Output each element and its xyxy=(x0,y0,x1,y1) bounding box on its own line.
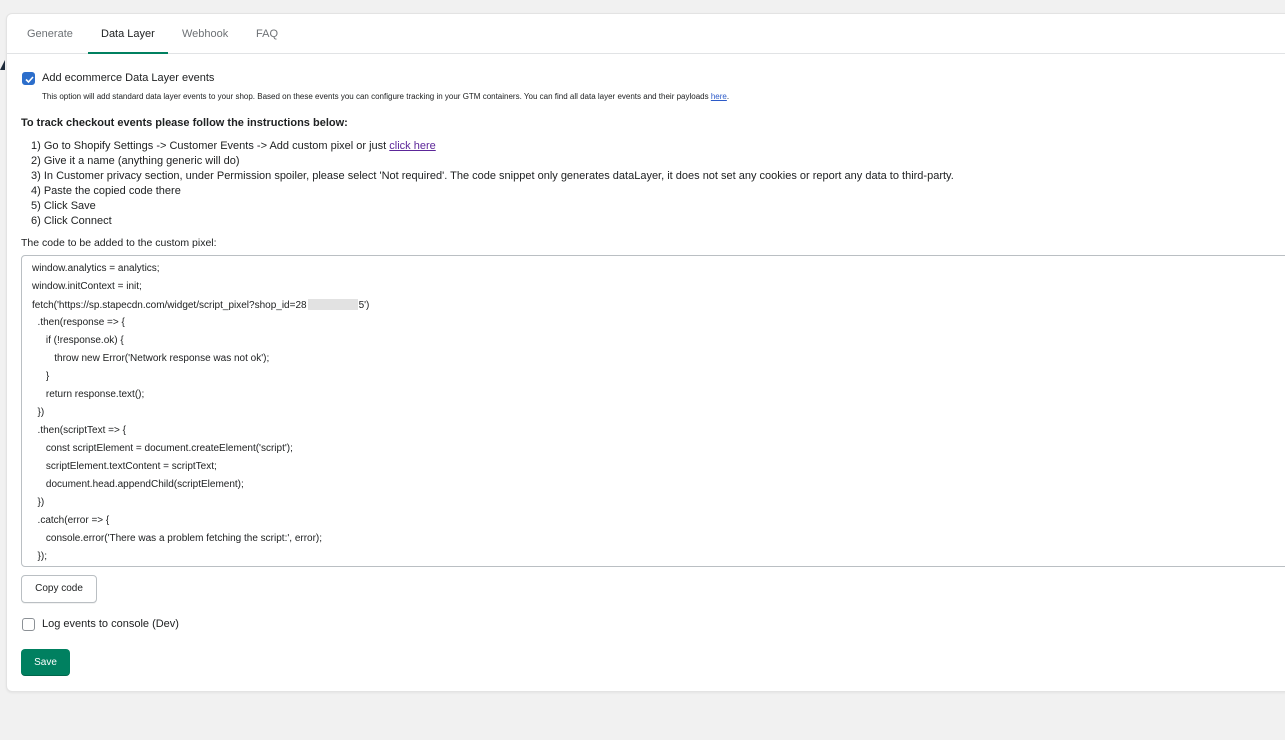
code-line: return response.text(); xyxy=(32,389,145,400)
redacted-shop-id xyxy=(307,299,358,310)
tab-faq[interactable]: FAQ xyxy=(256,14,278,53)
instruction-step-3: 3) In Customer privacy section, under Pe… xyxy=(31,170,954,182)
mouse-pointer xyxy=(0,60,5,70)
code-line: document.head.appendChild(scriptElement)… xyxy=(32,479,244,490)
tab-generate[interactable]: Generate xyxy=(27,14,73,53)
settings-card: Generate Data Layer Webhook FAQ Add ecom… xyxy=(6,13,1285,692)
tab-data-layer[interactable]: Data Layer xyxy=(88,14,168,54)
log-events-label: Log events to console (Dev) xyxy=(42,618,179,630)
code-line-fetch: fetch('https://sp.stapecdn.com/widget/sc… xyxy=(32,299,369,311)
code-line: }) xyxy=(32,407,45,418)
tab-bar: Generate Data Layer Webhook FAQ xyxy=(7,14,1285,54)
code-line: window.analytics = analytics; xyxy=(32,263,160,274)
code-line: .then(scriptText => { xyxy=(32,425,126,436)
code-line: .then(response => { xyxy=(32,317,125,328)
instruction-step-1: 1) Go to Shopify Settings -> Customer Ev… xyxy=(31,139,436,154)
tab-webhook[interactable]: Webhook xyxy=(182,14,228,53)
payloads-link[interactable]: here xyxy=(711,92,727,101)
step-1-text: 1) Go to Shopify Settings -> Customer Ev… xyxy=(31,140,390,152)
code-line: }); xyxy=(32,551,48,562)
code-line: if (!response.ok) { xyxy=(32,335,124,346)
code-line: const scriptElement = document.createEle… xyxy=(32,443,293,454)
checkmark-icon xyxy=(25,76,34,84)
copy-code-button[interactable]: Copy code xyxy=(21,575,97,603)
save-button[interactable]: Save xyxy=(21,649,70,676)
code-line: scriptElement.textContent = scriptText; xyxy=(32,461,217,472)
code-snippet-box[interactable]: window.analytics = analytics; window.ini… xyxy=(21,255,1285,567)
ecommerce-help-text: This option will add standard data layer… xyxy=(42,92,729,101)
code-line: throw new Error('Network response was no… xyxy=(32,353,270,364)
instruction-step-4: 4) Paste the copied code there xyxy=(31,185,181,197)
instructions-heading: To track checkout events please follow t… xyxy=(21,117,348,129)
code-line: .catch(error => { xyxy=(32,515,110,526)
log-events-checkbox[interactable] xyxy=(22,618,35,631)
click-here-link[interactable]: click here xyxy=(389,140,435,152)
code-line: }) xyxy=(32,497,45,508)
ecommerce-events-checkbox[interactable] xyxy=(22,72,35,85)
ecommerce-help-body: This option will add standard data layer… xyxy=(42,92,711,101)
instruction-step-5: 5) Click Save xyxy=(31,200,96,212)
fetch-url-prefix: fetch('https://sp.stapecdn.com/widget/sc… xyxy=(32,300,307,311)
code-line: } xyxy=(32,371,50,382)
code-line: console.error('There was a problem fetch… xyxy=(32,533,323,544)
ecommerce-events-label: Add ecommerce Data Layer events xyxy=(42,72,215,84)
instruction-step-6: 6) Click Connect xyxy=(31,215,112,227)
code-label: The code to be added to the custom pixel… xyxy=(21,237,217,249)
code-line: window.initContext = init; xyxy=(32,281,142,292)
fetch-url-suffix: 5') xyxy=(358,300,370,311)
instruction-step-2: 2) Give it a name (anything generic will… xyxy=(31,155,240,167)
ecommerce-help-end: . xyxy=(726,92,730,101)
